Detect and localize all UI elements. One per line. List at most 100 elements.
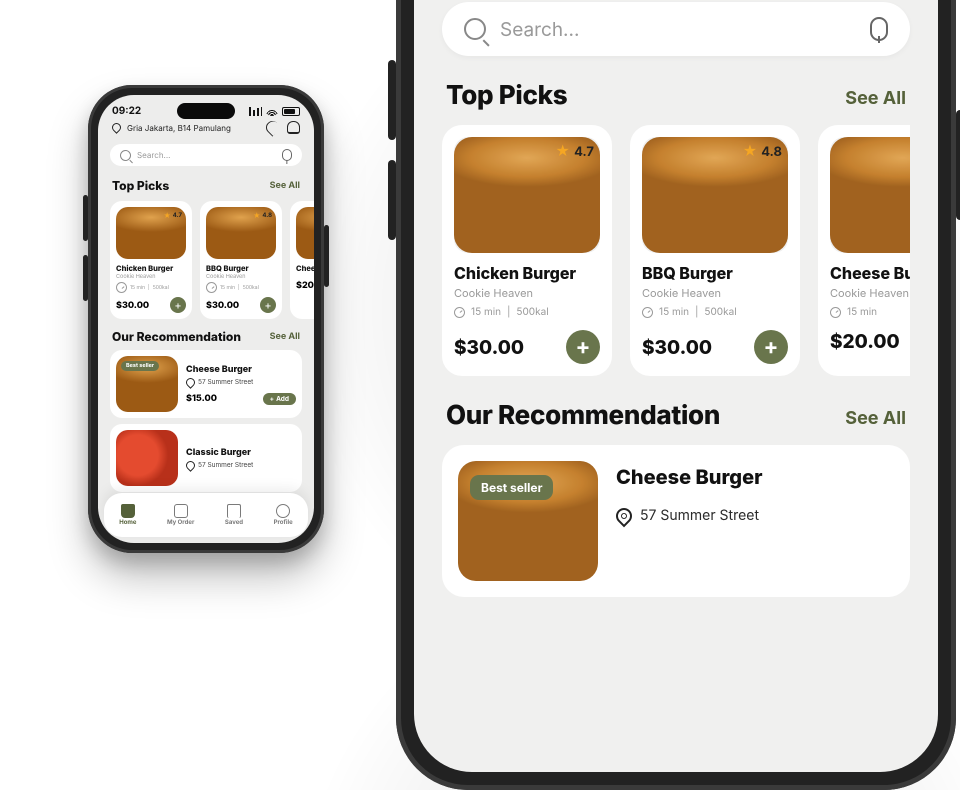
top-picks-list[interactable]: ★4.7 Chicken Burger Cookie Heaven 15 min… xyxy=(442,125,910,376)
timer-icon xyxy=(116,282,127,293)
product-title: Cheese Burger xyxy=(616,465,762,489)
status-time: 09:22 xyxy=(112,105,141,117)
tab-home[interactable]: Home xyxy=(119,504,136,526)
product-meta: 15 min|500kal xyxy=(454,306,600,318)
search-input[interactable]: Search... xyxy=(442,2,910,56)
tab-profile[interactable]: Profile xyxy=(274,504,293,526)
rating-badge: ★4.8 xyxy=(253,211,272,220)
product-address: 57 Summer Street xyxy=(616,507,762,524)
add-button[interactable]: + xyxy=(754,330,788,364)
add-button[interactable]: + xyxy=(170,297,186,313)
timer-icon xyxy=(206,282,217,293)
location-pin-icon xyxy=(613,504,636,527)
mic-icon[interactable] xyxy=(282,149,292,161)
signal-icon xyxy=(249,107,262,116)
top-picks-heading: Top Picks xyxy=(446,80,567,111)
timer-icon xyxy=(642,307,653,318)
search-input[interactable]: Search... xyxy=(110,144,302,166)
location-address: Gria Jakarta, B14 Pamulang xyxy=(127,123,231,133)
bottom-tab-bar: Home My Order Saved Profile xyxy=(104,493,308,537)
search-placeholder: Search... xyxy=(500,18,579,41)
product-meta: 15 min|500kal xyxy=(206,282,276,293)
recommendation-card[interactable]: Best seller Cheese Burger 57 Summer Stre… xyxy=(110,350,302,418)
rating-badge: ★4.8 xyxy=(743,143,782,160)
product-title: Cheese Burger xyxy=(186,364,296,375)
product-meta: 15 min|500kal xyxy=(116,282,186,293)
product-vendor: Cookie Heaven xyxy=(206,274,276,280)
product-price: $20.00 xyxy=(830,330,900,353)
product-meta: 15 min|500kal xyxy=(642,306,788,318)
mic-icon[interactable] xyxy=(870,17,888,41)
product-price: $30.00 xyxy=(454,336,524,359)
search-icon xyxy=(464,18,486,40)
product-meta: 15 min xyxy=(830,306,910,318)
top-picks-list[interactable]: ★4.7 Chicken Burger Cookie Heaven 15 min… xyxy=(98,197,314,325)
phone-mockup-small: 09:22 Gria Jakarta, B14 Pamulang Search.… xyxy=(88,85,324,553)
tab-saved[interactable]: Saved xyxy=(225,504,243,526)
product-price: $20.00 xyxy=(296,280,314,291)
product-title: Cheese Burger xyxy=(830,263,910,283)
product-image xyxy=(116,430,178,486)
search-icon xyxy=(120,150,131,161)
best-seller-badge: Best seller xyxy=(470,475,553,500)
star-icon: ★ xyxy=(743,143,758,160)
product-title: Chicken Burger xyxy=(116,264,186,273)
favorites-icon[interactable] xyxy=(263,118,281,136)
product-card[interactable]: ★4.7 Chicken Burger Cookie Heaven 15 min… xyxy=(442,125,612,376)
bag-icon xyxy=(174,504,188,518)
dynamic-island xyxy=(177,103,235,119)
recommendation-heading: Our Recommendation xyxy=(446,400,720,431)
best-seller-badge: Best seller xyxy=(121,361,159,371)
timer-icon xyxy=(830,307,841,318)
product-title: BBQ Burger xyxy=(642,263,788,283)
product-address: 57 Summer Street xyxy=(186,378,296,387)
star-icon: ★ xyxy=(555,143,570,160)
add-button[interactable]: + xyxy=(566,330,600,364)
product-image xyxy=(296,207,314,259)
timer-icon xyxy=(454,307,465,318)
notifications-icon[interactable] xyxy=(287,121,300,134)
recommendation-see-all-link[interactable]: See All xyxy=(845,408,906,429)
recommendation-heading: Our Recommendation xyxy=(112,329,241,344)
product-price: $30.00 xyxy=(642,336,712,359)
star-icon: ★ xyxy=(253,211,260,220)
product-title: Cheese Burger xyxy=(296,264,314,273)
product-price: $30.00 xyxy=(206,300,239,311)
product-image xyxy=(830,137,910,253)
product-card[interactable]: ★4.8 BBQ Burger Cookie Heaven 15 min|500… xyxy=(200,201,282,319)
product-title: Chicken Burger xyxy=(454,263,600,283)
product-card[interactable]: Cheese Burger Cookie Heaven 15 min $20.0… xyxy=(818,125,910,376)
product-card[interactable]: Cheese Burger $20.00 + xyxy=(290,201,314,319)
product-vendor: Cookie Heaven xyxy=(642,286,788,300)
product-card[interactable]: ★4.8 BBQ Burger Cookie Heaven 15 min|500… xyxy=(630,125,800,376)
product-title: Classic Burger xyxy=(186,447,296,458)
top-picks-see-all-link[interactable]: See All xyxy=(270,180,300,191)
recommendation-see-all-link[interactable]: See All xyxy=(270,331,300,342)
tab-my-order[interactable]: My Order xyxy=(167,504,194,526)
user-icon xyxy=(276,504,290,518)
battery-icon xyxy=(282,107,300,116)
product-title: BBQ Burger xyxy=(206,264,276,273)
recommendation-card[interactable]: Classic Burger 57 Summer Street xyxy=(110,424,302,492)
top-picks-heading: Top Picks xyxy=(112,178,169,193)
location-row[interactable]: Gria Jakarta, B14 Pamulang xyxy=(98,117,314,140)
add-button[interactable]: + xyxy=(260,297,276,313)
add-button[interactable]: + Add xyxy=(263,393,296,405)
search-placeholder: Search... xyxy=(137,150,170,160)
location-pin-icon xyxy=(184,376,197,389)
screen-large: Search... Top Picks See All ★4.7 Chicken… xyxy=(414,0,938,772)
rating-badge: ★4.7 xyxy=(163,211,182,220)
top-picks-see-all-link[interactable]: See All xyxy=(845,88,906,109)
recommendation-card[interactable]: Best seller Cheese Burger 57 Summer Stre… xyxy=(442,445,910,597)
product-vendor: Cookie Heaven xyxy=(454,286,600,300)
star-icon: ★ xyxy=(163,211,170,220)
product-address: 57 Summer Street xyxy=(186,461,296,470)
bookmark-icon xyxy=(227,504,241,518)
location-pin-icon xyxy=(184,459,197,472)
product-vendor: Cookie Heaven xyxy=(116,274,186,280)
product-card[interactable]: ★4.7 Chicken Burger Cookie Heaven 15 min… xyxy=(110,201,192,319)
product-price: $30.00 xyxy=(116,300,149,311)
location-pin-icon xyxy=(110,121,123,134)
wifi-icon xyxy=(266,107,278,116)
screen-small: 09:22 Gria Jakarta, B14 Pamulang Search.… xyxy=(98,95,314,543)
